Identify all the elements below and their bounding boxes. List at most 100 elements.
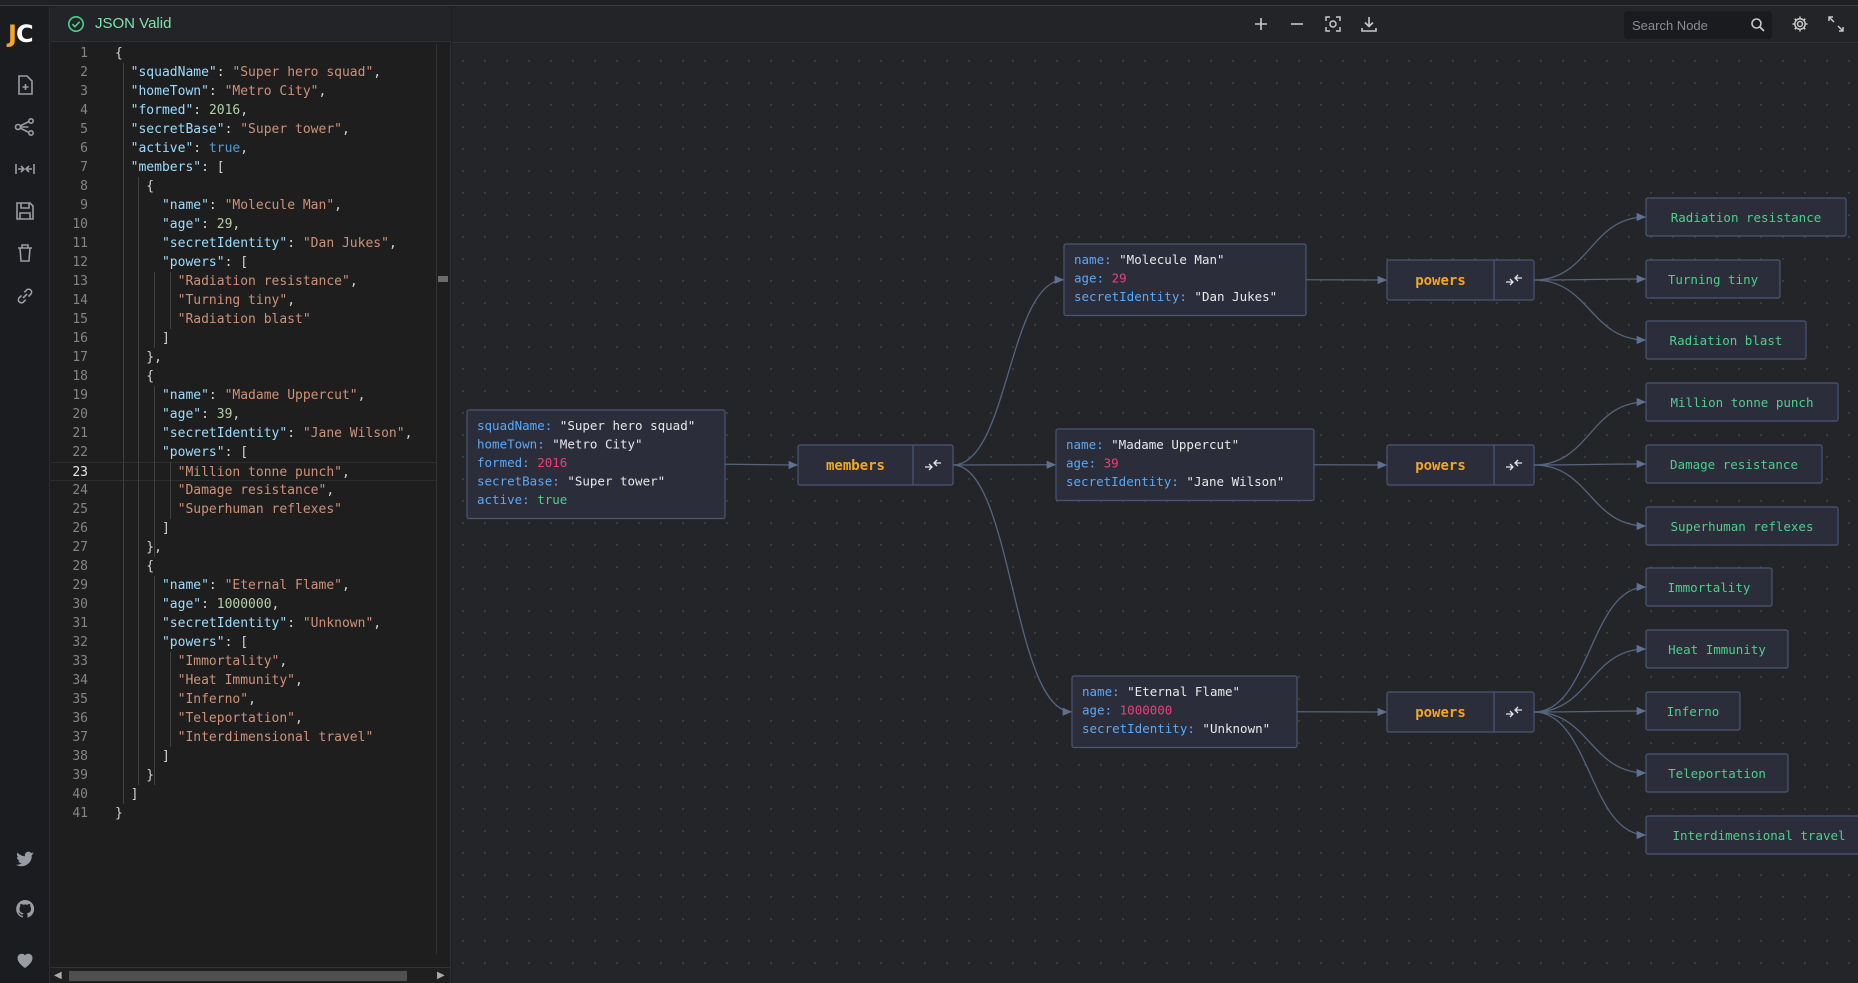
zoom-out-icon[interactable] (1286, 13, 1308, 35)
zoom-in-icon[interactable] (1250, 13, 1272, 35)
settings-gear-icon[interactable] (1789, 13, 1811, 35)
line-text: "secretIdentity": "Dan Jukes", (115, 236, 397, 251)
validation-status-bar: JSON Valid (51, 6, 451, 42)
focus-icon[interactable] (1322, 13, 1344, 35)
line-text: "name": "Molecule Man", (115, 198, 342, 213)
line-text: { (115, 46, 123, 61)
trash-icon[interactable] (11, 239, 39, 267)
editor-vertical-scrollbar[interactable] (436, 44, 450, 954)
graph-edge (952, 275, 1065, 466)
fullscreen-icon[interactable] (1825, 13, 1847, 35)
code-line[interactable]: 4 "formed": 2016, (51, 101, 436, 120)
line-number: 34 (72, 673, 88, 688)
code-line[interactable]: 40 ] (51, 785, 436, 804)
line-text: "members": [ (115, 160, 225, 175)
editor-horizontal-scrollbar[interactable]: ◀ ▶ (51, 967, 450, 983)
code-line[interactable]: 11 "secretIdentity": "Dan Jukes", (51, 234, 436, 253)
line-number: 39 (72, 768, 88, 783)
link-icon[interactable] (11, 282, 39, 310)
check-circle-icon (67, 15, 85, 32)
horizontal-scroll-thumb[interactable] (69, 971, 407, 981)
code-line[interactable]: 3 "homeTown": "Metro City", (51, 82, 436, 101)
scroll-right-icon[interactable]: ▶ (437, 970, 445, 981)
code-line[interactable]: 30 "age": 1000000, (51, 595, 436, 614)
code-editor[interactable]: 1{2 "squadName": "Super hero squad", 3 "h… (51, 44, 436, 954)
code-line[interactable]: 8 { (51, 177, 436, 196)
app-logo[interactable]: JC (8, 20, 34, 48)
graph-edge (1533, 706, 1647, 716)
code-line[interactable]: 27 }, (51, 538, 436, 557)
code-line[interactable]: 24 "Damage resistance", (51, 481, 436, 500)
line-number: 4 (80, 103, 88, 118)
code-line[interactable]: 36 "Teleportation", (51, 709, 436, 728)
line-number: 40 (72, 787, 88, 802)
code-line[interactable]: 6 "active": true, (51, 139, 436, 158)
code-line[interactable]: 26 ] (51, 519, 436, 538)
code-line[interactable]: 25 "Superhuman reflexes" (51, 500, 436, 519)
graph-edge (952, 464, 1073, 716)
code-line[interactable]: 33 "Immortality", (51, 652, 436, 671)
code-line[interactable]: 12 "powers": [ (51, 253, 436, 272)
line-text: "age": 1000000, (115, 597, 280, 612)
code-line[interactable]: 13 "Radiation resistance", (51, 272, 436, 291)
code-line[interactable]: 2 "squadName": "Super hero squad", (51, 63, 436, 82)
search-node-box[interactable] (1624, 11, 1772, 39)
code-line[interactable]: 32 "powers": [ (51, 633, 436, 652)
code-line[interactable]: 1{ (51, 44, 436, 63)
search-node-input[interactable] (1632, 17, 1744, 33)
heart-icon[interactable] (11, 946, 39, 974)
line-number: 35 (72, 692, 88, 707)
array-item-label: Heat Immunity (1668, 642, 1766, 657)
code-line[interactable]: 16 ] (51, 329, 436, 348)
code-line[interactable]: 34 "Heat Immunity", (51, 671, 436, 690)
code-line[interactable]: 31 "secretIdentity": "Unknown", (51, 614, 436, 633)
collapse-horizontal-icon[interactable] (11, 155, 39, 183)
code-line[interactable]: 18 { (51, 367, 436, 386)
code-line[interactable]: 35 "Inferno", (51, 690, 436, 709)
graph-canvas[interactable]: squadName: "Super hero squad" homeTown: "… (452, 6, 1858, 983)
indent-guide (154, 386, 155, 557)
line-number: 10 (72, 217, 88, 232)
code-line[interactable]: 17 }, (51, 348, 436, 367)
code-line[interactable]: 23 "Million tonne punch", (51, 462, 436, 481)
code-line[interactable]: 37 "Interdimensional travel" (51, 728, 436, 747)
share-nodes-icon[interactable] (11, 113, 39, 141)
code-line[interactable]: 39 } (51, 766, 436, 785)
line-text: { (115, 369, 155, 384)
scroll-left-icon[interactable]: ◀ (54, 970, 62, 981)
code-line[interactable]: 10 "age": 29, (51, 215, 436, 234)
code-line[interactable]: 20 "age": 39, (51, 405, 436, 424)
code-line[interactable]: 28 { (51, 557, 436, 576)
search-icon[interactable] (1750, 17, 1766, 33)
code-line[interactable]: 14 "Turning tiny", (51, 291, 436, 310)
node-field: name: "Eternal Flame" (1082, 684, 1240, 699)
node-field: secretBase: "Super tower" (477, 474, 665, 489)
code-line[interactable]: 41} (51, 804, 436, 823)
json-graph: squadName: "Super hero squad" homeTown: "… (466, 197, 1858, 855)
indent-guide (169, 272, 171, 329)
code-line[interactable]: 7 "members": [ (51, 158, 436, 177)
indent-guide (169, 462, 171, 519)
code-line[interactable]: 19 "name": "Madame Uppercut", (51, 386, 436, 405)
graph-toolbar (452, 6, 1858, 43)
parent-node-label: powers (1415, 705, 1466, 721)
code-line[interactable]: 38 ] (51, 747, 436, 766)
line-text: "homeTown": "Metro City", (115, 84, 327, 99)
line-text: "powers": [ (115, 255, 249, 270)
download-icon[interactable] (1358, 13, 1380, 35)
line-text: } (115, 768, 155, 783)
save-icon[interactable] (11, 197, 39, 225)
code-line[interactable]: 5 "secretBase": "Super tower", (51, 120, 436, 139)
code-line[interactable]: 9 "name": "Molecule Man", (51, 196, 436, 215)
code-line[interactable]: 21 "secretIdentity": "Jane Wilson", (51, 424, 436, 443)
node-field: name: "Madame Uppercut" (1066, 437, 1239, 452)
node-field: active: true (477, 492, 567, 507)
github-icon[interactable] (11, 895, 39, 923)
file-plus-icon[interactable] (11, 71, 39, 99)
code-line[interactable]: 15 "Radiation blast" (51, 310, 436, 329)
code-line[interactable]: 22 "powers": [ (51, 443, 436, 462)
node-field: secretIdentity: "Unknown" (1082, 721, 1270, 736)
line-text: "powers": [ (115, 635, 249, 650)
twitter-icon[interactable] (11, 845, 39, 873)
code-line[interactable]: 29 "name": "Eternal Flame", (51, 576, 436, 595)
